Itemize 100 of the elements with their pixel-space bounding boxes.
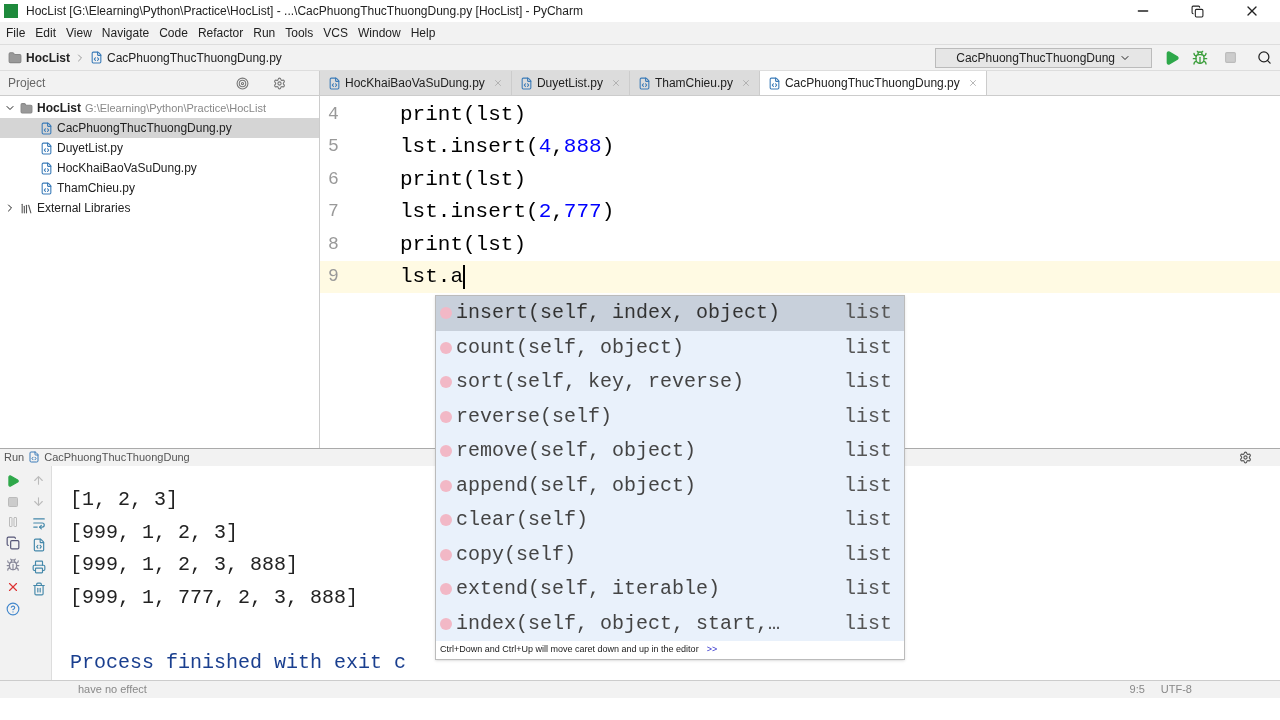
console-output: [999, 1, 2, 3, 888] <box>70 552 299 579</box>
tree-item[interactable]: CacPhuongThucThuongDung.py <box>0 118 319 138</box>
method-icon <box>440 617 452 630</box>
python-file-icon <box>40 121 53 135</box>
menu-item[interactable]: Edit <box>35 24 57 42</box>
method-icon <box>440 376 452 389</box>
line-number: 5 <box>327 135 340 159</box>
menu-item[interactable]: Refactor <box>197 24 244 42</box>
line-number: 4 <box>327 102 340 126</box>
python-file-icon <box>28 451 41 464</box>
completion-hint: Ctrl+Down and Ctrl+Up will move caret down and up in the editor <box>440 643 699 657</box>
python-file-icon <box>90 51 103 64</box>
console-output: [999, 1, 2, 3] <box>70 519 239 546</box>
text-cursor <box>463 264 465 289</box>
tree-item[interactable]: ThamChieu.py <box>0 178 319 198</box>
debug-icon[interactable] <box>1192 49 1208 66</box>
menu-item[interactable]: Help <box>410 24 436 42</box>
editor-tab[interactable]: DuyetList.py <box>511 71 630 95</box>
locate-icon[interactable] <box>236 76 249 90</box>
help-icon[interactable] <box>6 601 20 616</box>
menu-item[interactable]: View <box>66 24 92 42</box>
completion-item[interactable]: append(self, object) list <box>436 468 904 503</box>
code-line: print(lst) <box>400 231 527 258</box>
file-name: ThamChieu.py <box>57 180 136 197</box>
breadcrumb[interactable]: CacPhuongThucThuongDung.py <box>107 48 282 67</box>
menu-item[interactable]: File <box>6 24 26 42</box>
line-number: 7 <box>327 200 340 224</box>
file-name: DuyetList.py <box>57 140 124 157</box>
method-icon <box>440 583 452 596</box>
stop-icon[interactable] <box>7 495 19 508</box>
method-icon <box>440 514 452 527</box>
python-file-icon <box>40 141 53 155</box>
project-dropdown[interactable]: Project <box>8 74 158 92</box>
file-name: HocKhaiBaoVaSuDung.py <box>57 160 197 177</box>
stop-icon[interactable] <box>1224 51 1237 64</box>
panel-title: Run <box>4 450 25 465</box>
search-icon[interactable] <box>1257 50 1272 65</box>
tree-item[interactable]: External Libraries <box>37 199 131 217</box>
folder-path: G:\Elearning\Python\Practice\HocList <box>85 100 266 116</box>
method-icon <box>440 307 452 320</box>
completion-item[interactable]: remove(self, object) list <box>436 434 904 469</box>
settings-icon[interactable] <box>273 76 286 90</box>
pause-icon[interactable] <box>7 515 19 528</box>
console-output: Process finished with exit c <box>70 650 407 677</box>
line-number: 8 <box>327 232 340 256</box>
menu-item[interactable]: Run <box>253 24 276 42</box>
editor-tab[interactable]: CacPhuongThucThuongDung.py <box>759 71 987 95</box>
completion-item[interactable]: extend(self, iterable) list <box>436 572 904 607</box>
method-icon <box>440 445 452 458</box>
run-icon[interactable] <box>1164 49 1180 66</box>
folder-icon <box>8 50 22 65</box>
menu-item[interactable]: Tools <box>285 24 314 42</box>
menu-item[interactable]: Window <box>357 24 401 42</box>
completion-item[interactable]: copy(self) list <box>436 537 904 572</box>
tree-item[interactable]: DuyetList.py <box>0 138 319 158</box>
settings-icon[interactable] <box>1239 450 1252 464</box>
close-tab-icon[interactable] <box>967 78 978 88</box>
menu-item[interactable]: Navigate <box>101 24 150 42</box>
tab-label: DuyetList.py <box>536 75 603 92</box>
editor-tab[interactable]: HocKhaiBaoVaSuDung.py <box>320 71 512 95</box>
completion-item[interactable]: count(self, object) list <box>436 330 904 365</box>
window-title: HocList [G:\Elearning\Python\Practice\HocList] - ...\CacPhuongThucThuongDung.py [HocList] - PyCharm <box>26 3 584 20</box>
breadcrumb[interactable]: HocList <box>26 48 70 67</box>
python-file-icon <box>767 76 781 90</box>
menu-item[interactable]: Code <box>159 24 188 42</box>
hint-link[interactable]: >> <box>706 643 718 657</box>
run-config-dropdown[interactable]: CacPhuongThucThuongDung <box>935 47 1152 68</box>
completion-item[interactable]: insert(self, index, object) list <box>436 296 904 331</box>
tab-label: CacPhuongThucThuongDung.py <box>784 75 960 92</box>
completion-item[interactable]: sort(self, key, reverse) list <box>436 365 904 400</box>
status-message: have no effect <box>78 682 148 698</box>
editor-tab[interactable]: ThamChieu.py <box>629 71 760 95</box>
method-icon <box>440 410 452 423</box>
menu-item[interactable]: VCS <box>323 24 348 42</box>
completion-item[interactable]: clear(self) list <box>436 503 904 538</box>
python-file-icon <box>519 76 533 90</box>
line-number: 6 <box>327 167 340 191</box>
method-icon <box>440 479 452 492</box>
python-file-icon <box>637 76 651 90</box>
file-name: CacPhuongThucThuongDung.py <box>57 120 232 137</box>
console-output: [1, 2, 3] <box>70 486 179 513</box>
wrap-icon[interactable] <box>31 515 46 530</box>
code-line: lst.insert(2,777) <box>400 199 615 225</box>
code-line: print(lst) <box>400 101 527 128</box>
code-line: lst.a <box>400 264 463 290</box>
trash-icon[interactable] <box>31 581 46 596</box>
python-file-icon <box>40 181 53 195</box>
tree-item[interactable]: HocList <box>37 99 81 117</box>
print-icon[interactable] <box>31 559 46 574</box>
tree-item[interactable]: HocKhaiBaoVaSuDung.py <box>0 158 319 178</box>
completion-item[interactable]: reverse(self) list <box>436 399 904 434</box>
console-output: [999, 1, 777, 2, 3, 888] <box>70 584 359 611</box>
line-number: 9 <box>327 265 340 289</box>
restore-icon[interactable] <box>1191 4 1204 18</box>
down-arrow-icon[interactable] <box>32 494 45 508</box>
completion-item[interactable]: index(self, object, start,… list <box>436 606 904 641</box>
run-tab[interactable]: CacPhuongThucThuongDung <box>44 449 190 466</box>
up-arrow-icon[interactable] <box>32 473 45 487</box>
tab-label: ThamChieu.py <box>654 75 733 92</box>
rerun-icon[interactable] <box>6 473 20 488</box>
